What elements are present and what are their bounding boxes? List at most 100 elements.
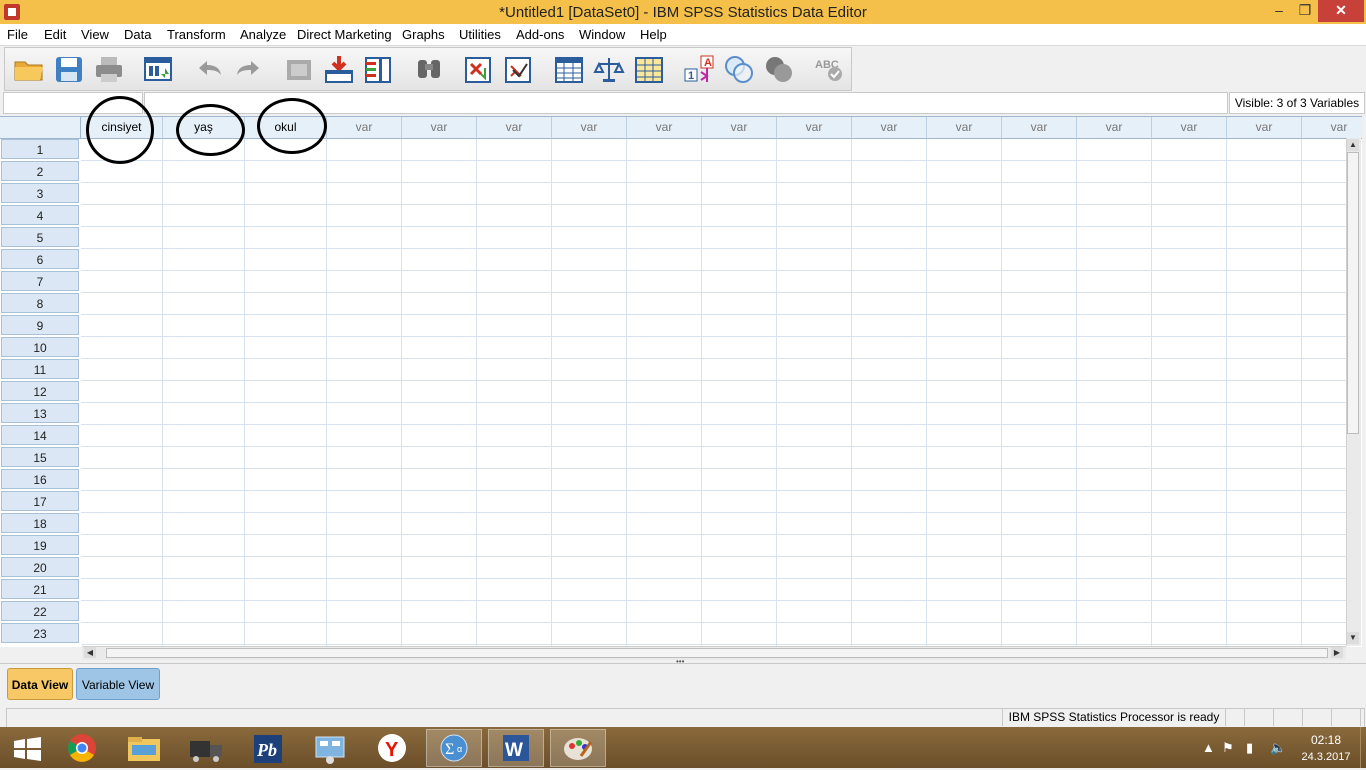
save-icon[interactable] xyxy=(53,54,85,84)
spss-icon[interactable]: Σα xyxy=(426,729,482,767)
column-header[interactable]: var xyxy=(777,117,852,139)
maximize-button[interactable]: ❐ xyxy=(1290,0,1320,22)
scroll-down-arrow-icon[interactable]: ▼ xyxy=(1347,632,1359,644)
column-header[interactable]: var xyxy=(1227,117,1302,139)
column-header[interactable]: var xyxy=(552,117,627,139)
undo-icon[interactable] xyxy=(193,54,225,84)
row-header[interactable]: 23 xyxy=(1,623,79,643)
network-app-icon[interactable] xyxy=(302,729,358,767)
scroll-right-arrow-icon[interactable]: ▶ xyxy=(1331,647,1343,658)
row-header[interactable]: 2 xyxy=(1,161,79,181)
horizontal-scroll-thumb[interactable] xyxy=(106,648,1328,658)
svg-text:W: W xyxy=(505,740,523,761)
tab-variable-view[interactable]: Variable View xyxy=(76,668,160,700)
row-header[interactable]: 9 xyxy=(1,315,79,335)
powerbuilder-icon[interactable]: Pb xyxy=(240,729,296,767)
data-grid[interactable]: cinsiyet yaş okul var var var var var var var var v… xyxy=(0,116,1362,647)
find-icon[interactable] xyxy=(413,54,445,84)
row-header[interactable]: 1 xyxy=(1,139,79,159)
value-labels-icon[interactable]: A1 xyxy=(683,54,715,84)
menu-add-ons[interactable]: Add-ons xyxy=(516,27,564,42)
menu-analyze[interactable]: Analyze xyxy=(240,27,286,42)
column-header[interactable]: var xyxy=(1077,117,1152,139)
goto-case-icon[interactable] xyxy=(283,54,315,84)
power-icon[interactable]: ▮ xyxy=(1246,740,1253,756)
goto-variable-icon[interactable] xyxy=(323,54,355,84)
print-icon[interactable] xyxy=(93,54,125,84)
vertical-scroll-thumb[interactable] xyxy=(1347,152,1359,434)
weight-cases-icon[interactable] xyxy=(593,54,625,84)
row-header[interactable]: 22 xyxy=(1,601,79,621)
column-header[interactable]: var xyxy=(702,117,777,139)
row-header[interactable]: 14 xyxy=(1,425,79,445)
row-header[interactable]: 5 xyxy=(1,227,79,247)
column-header[interactable]: var xyxy=(1152,117,1227,139)
close-button[interactable]: ✕ xyxy=(1318,0,1364,22)
row-header[interactable]: 18 xyxy=(1,513,79,533)
menu-file[interactable]: File xyxy=(7,27,28,42)
file-explorer-icon[interactable] xyxy=(116,729,172,767)
row-header[interactable]: 21 xyxy=(1,579,79,599)
row-header[interactable]: 6 xyxy=(1,249,79,269)
row-header[interactable]: 3 xyxy=(1,183,79,203)
row-header[interactable]: 16 xyxy=(1,469,79,489)
column-header[interactable]: var xyxy=(327,117,402,139)
taskbar-clock-time[interactable]: 02:18 xyxy=(1296,733,1356,747)
row-header[interactable]: 8 xyxy=(1,293,79,313)
row-header[interactable]: 12 xyxy=(1,381,79,401)
row-header[interactable]: 7 xyxy=(1,271,79,291)
scroll-up-arrow-icon[interactable]: ▲ xyxy=(1347,139,1359,151)
row-header[interactable]: 19 xyxy=(1,535,79,555)
use-variable-sets-icon[interactable] xyxy=(723,54,755,84)
column-header[interactable]: var xyxy=(927,117,1002,139)
menu-direct-marketing[interactable]: Direct Marketing xyxy=(297,27,392,42)
column-header[interactable]: var xyxy=(402,117,477,139)
column-header[interactable]: var xyxy=(1002,117,1077,139)
row-header[interactable]: 11 xyxy=(1,359,79,379)
windows-start-icon[interactable] xyxy=(0,729,56,767)
chrome-icon[interactable] xyxy=(54,729,110,767)
redo-icon[interactable] xyxy=(233,54,265,84)
show-desktop-button[interactable] xyxy=(1360,727,1366,768)
row-header[interactable]: 4 xyxy=(1,205,79,225)
show-hidden-icons-icon[interactable]: ▲ xyxy=(1202,740,1215,755)
menu-data[interactable]: Data xyxy=(124,27,151,42)
menu-transform[interactable]: Transform xyxy=(167,27,226,42)
row-header[interactable]: 17 xyxy=(1,491,79,511)
insert-cases-icon[interactable] xyxy=(463,54,495,84)
truck-app-icon[interactable] xyxy=(178,729,234,767)
taskbar-clock-date[interactable]: 24.3.2017 xyxy=(1296,751,1356,763)
show-all-variables-icon[interactable] xyxy=(763,54,795,84)
yandex-icon[interactable]: Y xyxy=(364,729,420,767)
menu-window[interactable]: Window xyxy=(579,27,625,42)
column-header[interactable]: var xyxy=(477,117,552,139)
row-header[interactable]: 10 xyxy=(1,337,79,357)
column-header[interactable]: var xyxy=(852,117,927,139)
action-center-flag-icon[interactable]: ⚑ xyxy=(1222,740,1234,756)
grid-column-line xyxy=(1151,139,1152,647)
menu-edit[interactable]: Edit xyxy=(44,27,66,42)
row-header[interactable]: 13 xyxy=(1,403,79,423)
menu-view[interactable]: View xyxy=(81,27,109,42)
row-header[interactable]: 20 xyxy=(1,557,79,577)
row-header[interactable]: 15 xyxy=(1,447,79,467)
paint-icon[interactable] xyxy=(550,729,606,767)
column-header[interactable]: var xyxy=(627,117,702,139)
tab-data-view[interactable]: Data View xyxy=(7,668,73,700)
column-header[interactable]: var xyxy=(1302,117,1362,139)
insert-variable-icon[interactable] xyxy=(503,54,535,84)
menu-utilities[interactable]: Utilities xyxy=(459,27,501,42)
grid-row-line xyxy=(81,336,1347,337)
volume-muted-icon[interactable]: 🔈 xyxy=(1270,740,1286,756)
word-icon[interactable]: W xyxy=(488,729,544,767)
spell-check-icon[interactable]: ABC xyxy=(813,54,845,84)
open-folder-icon[interactable] xyxy=(13,54,45,84)
variables-icon[interactable] xyxy=(363,54,395,84)
menu-graphs[interactable]: Graphs xyxy=(402,27,445,42)
grid-corner[interactable] xyxy=(0,117,81,139)
menu-help[interactable]: Help xyxy=(640,27,667,42)
recall-dialog-icon[interactable] xyxy=(143,54,175,84)
split-file-icon[interactable] xyxy=(553,54,585,84)
select-cases-icon[interactable] xyxy=(633,54,665,84)
scroll-left-arrow-icon[interactable]: ◀ xyxy=(84,647,96,658)
